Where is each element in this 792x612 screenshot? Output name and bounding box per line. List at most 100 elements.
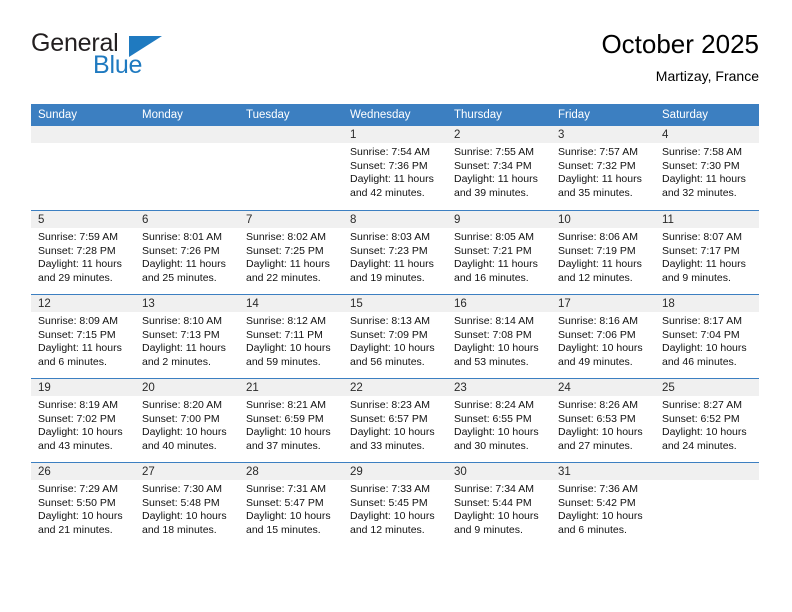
calendar-day-cell[interactable]: 14 Sunrise: 8:12 AM Sunset: 7:11 PM Dayligh… <box>239 294 343 378</box>
daylight-text-line2: and 22 minutes. <box>246 271 321 284</box>
calendar-day-cell[interactable]: 6 Sunrise: 8:01 AM Sunset: 7:26 PM Daylight… <box>135 210 239 294</box>
day-number: 13 <box>135 295 239 312</box>
sunrise-text: Sunrise: 8:19 AM <box>38 399 118 411</box>
daylight-text-line2: and 25 minutes. <box>142 271 217 284</box>
daylight-text-line2: and 9 minutes. <box>454 523 523 536</box>
calendar-day-cell[interactable]: 24 Sunrise: 8:26 AM Sunset: 6:53 PM Dayligh… <box>551 378 655 462</box>
daylight-text-line1: Daylight: 10 hours <box>350 342 435 355</box>
sunset-text: Sunset: 5:47 PM <box>246 496 324 509</box>
calendar-day-cell[interactable]: 2 Sunrise: 7:55 AM Sunset: 7:34 PM Daylight… <box>447 126 551 210</box>
calendar-day-cell[interactable]: 25 Sunrise: 8:27 AM Sunset: 6:52 PM Dayligh… <box>655 378 759 462</box>
sunrise-text: Sunrise: 7:55 AM <box>454 146 534 158</box>
calendar-day-cell[interactable]: 13 Sunrise: 8:10 AM Sunset: 7:13 PM Dayligh… <box>135 294 239 378</box>
day-number: 29 <box>343 463 447 480</box>
sunrise-text: Sunrise: 8:02 AM <box>246 231 326 243</box>
calendar-day-cell[interactable]: 21 Sunrise: 8:21 AM Sunset: 6:59 PM Dayligh… <box>239 378 343 462</box>
calendar-body: 1 Sunrise: 7:54 AM Sunset: 7:36 PM Daylight… <box>31 126 759 546</box>
daylight-text-line2: and 6 minutes. <box>558 523 627 536</box>
sunset-text: Sunset: 6:55 PM <box>454 412 532 425</box>
day-sun-info: Sunrise: 8:13 AM Sunset: 7:09 PM Daylight:… <box>343 312 447 369</box>
day-sun-info: Sunrise: 7:29 AM Sunset: 5:50 PM Daylight:… <box>31 480 135 537</box>
daylight-text-line2: and 15 minutes. <box>246 523 321 536</box>
calendar-day-cell[interactable]: 9 Sunrise: 8:05 AM Sunset: 7:21 PM Daylight… <box>447 210 551 294</box>
daylight-text-line1: Daylight: 11 hours <box>454 173 538 186</box>
calendar-day-cell[interactable]: 17 Sunrise: 8:16 AM Sunset: 7:06 PM Dayligh… <box>551 294 655 378</box>
calendar-day-cell[interactable]: 16 Sunrise: 8:14 AM Sunset: 7:08 PM Dayligh… <box>447 294 551 378</box>
calendar-day-cell[interactable]: 19 Sunrise: 8:19 AM Sunset: 7:02 PM Dayligh… <box>31 378 135 462</box>
daylight-text-line1: Daylight: 10 hours <box>246 342 331 355</box>
day-cell-inner: 22 Sunrise: 8:23 AM Sunset: 6:57 PM Dayligh… <box>343 378 447 462</box>
calendar-day-cell[interactable]: 11 Sunrise: 8:07 AM Sunset: 7:17 PM Dayligh… <box>655 210 759 294</box>
sunset-text: Sunset: 5:45 PM <box>350 496 428 509</box>
calendar-day-cell[interactable]: 18 Sunrise: 8:17 AM Sunset: 7:04 PM Dayligh… <box>655 294 759 378</box>
sunset-text: Sunset: 5:50 PM <box>38 496 116 509</box>
day-number: 4 <box>655 126 759 143</box>
daylight-text-line2: and 18 minutes. <box>142 523 217 536</box>
daylight-text-line2: and 12 minutes. <box>558 271 633 284</box>
calendar-day-cell[interactable]: 15 Sunrise: 8:13 AM Sunset: 7:09 PM Dayligh… <box>343 294 447 378</box>
daylight-text-line2: and 21 minutes. <box>38 523 113 536</box>
daylight-text-line2: and 9 minutes. <box>662 271 731 284</box>
day-number: 1 <box>343 126 447 143</box>
sunrise-text: Sunrise: 8:21 AM <box>246 399 326 411</box>
calendar-day-cell[interactable]: 23 Sunrise: 8:24 AM Sunset: 6:55 PM Dayligh… <box>447 378 551 462</box>
day-number: 6 <box>135 211 239 228</box>
calendar-day-cell[interactable]: 12 Sunrise: 8:09 AM Sunset: 7:15 PM Dayligh… <box>31 294 135 378</box>
calendar-day-cell[interactable]: 27 Sunrise: 7:30 AM Sunset: 5:48 PM Dayligh… <box>135 462 239 546</box>
day-cell-inner: 1 Sunrise: 7:54 AM Sunset: 7:36 PM Daylight… <box>343 126 447 210</box>
calendar-day-cell <box>239 126 343 210</box>
calendar-day-cell[interactable]: 31 Sunrise: 7:36 AM Sunset: 5:42 PM Dayligh… <box>551 462 655 546</box>
day-cell-inner: 23 Sunrise: 8:24 AM Sunset: 6:55 PM Dayligh… <box>447 378 551 462</box>
calendar-day-cell <box>655 462 759 546</box>
weekday-header-thursday: Thursday <box>447 104 551 126</box>
day-cell-inner: 18 Sunrise: 8:17 AM Sunset: 7:04 PM Dayligh… <box>655 294 759 378</box>
calendar-day-cell[interactable]: 29 Sunrise: 7:33 AM Sunset: 5:45 PM Dayligh… <box>343 462 447 546</box>
page-title: October 2025 <box>601 29 759 59</box>
daylight-text-line2: and 42 minutes. <box>350 186 425 199</box>
sunrise-text: Sunrise: 8:14 AM <box>454 315 534 327</box>
calendar-day-cell[interactable]: 20 Sunrise: 8:20 AM Sunset: 7:00 PM Dayligh… <box>135 378 239 462</box>
calendar-day-cell[interactable]: 4 Sunrise: 7:58 AM Sunset: 7:30 PM Daylight… <box>655 126 759 210</box>
day-sun-info: Sunrise: 8:20 AM Sunset: 7:00 PM Daylight:… <box>135 396 239 453</box>
day-sun-info: Sunrise: 8:06 AM Sunset: 7:19 PM Daylight:… <box>551 228 655 285</box>
sunrise-text: Sunrise: 7:54 AM <box>350 146 430 158</box>
day-number: 27 <box>135 463 239 480</box>
daylight-text-line2: and 6 minutes. <box>38 355 107 368</box>
day-number: 3 <box>551 126 655 143</box>
calendar-day-cell[interactable]: 7 Sunrise: 8:02 AM Sunset: 7:25 PM Daylight… <box>239 210 343 294</box>
calendar-day-cell[interactable]: 3 Sunrise: 7:57 AM Sunset: 7:32 PM Daylight… <box>551 126 655 210</box>
calendar-day-cell[interactable]: 26 Sunrise: 7:29 AM Sunset: 5:50 PM Dayligh… <box>31 462 135 546</box>
calendar-day-cell[interactable]: 1 Sunrise: 7:54 AM Sunset: 7:36 PM Daylight… <box>343 126 447 210</box>
calendar-day-cell[interactable]: 10 Sunrise: 8:06 AM Sunset: 7:19 PM Dayligh… <box>551 210 655 294</box>
day-cell-inner: 25 Sunrise: 8:27 AM Sunset: 6:52 PM Dayligh… <box>655 378 759 462</box>
day-number: 31 <box>551 463 655 480</box>
sunrise-sunset-calendar: Sunday Monday Tuesday Wednesday Thursday… <box>31 104 759 546</box>
calendar-day-cell[interactable]: 8 Sunrise: 8:03 AM Sunset: 7:23 PM Daylight… <box>343 210 447 294</box>
calendar-week-row: 5 Sunrise: 7:59 AM Sunset: 7:28 PM Daylight… <box>31 210 759 294</box>
general-blue-logo[interactable]: General Blue <box>31 30 261 92</box>
sunset-text: Sunset: 7:00 PM <box>142 412 220 425</box>
day-cell-inner: 21 Sunrise: 8:21 AM Sunset: 6:59 PM Dayligh… <box>239 378 343 462</box>
calendar-day-cell[interactable]: 30 Sunrise: 7:34 AM Sunset: 5:44 PM Dayligh… <box>447 462 551 546</box>
daylight-text-line1: Daylight: 10 hours <box>350 510 435 523</box>
daylight-text-line2: and 43 minutes. <box>38 439 113 452</box>
calendar-day-cell[interactable]: 22 Sunrise: 8:23 AM Sunset: 6:57 PM Dayligh… <box>343 378 447 462</box>
weekday-header-row: Sunday Monday Tuesday Wednesday Thursday… <box>31 104 759 126</box>
day-number <box>239 126 343 143</box>
day-number: 2 <box>447 126 551 143</box>
day-number: 28 <box>239 463 343 480</box>
sunrise-text: Sunrise: 7:29 AM <box>38 483 118 495</box>
daylight-text-line1: Daylight: 11 hours <box>38 258 122 271</box>
day-sun-info: Sunrise: 8:23 AM Sunset: 6:57 PM Daylight:… <box>343 396 447 453</box>
daylight-text-line1: Daylight: 11 hours <box>662 173 746 186</box>
day-sun-info: Sunrise: 8:12 AM Sunset: 7:11 PM Daylight:… <box>239 312 343 369</box>
day-number: 11 <box>655 211 759 228</box>
sunset-text: Sunset: 7:11 PM <box>246 328 323 341</box>
daylight-text-line1: Daylight: 10 hours <box>38 510 123 523</box>
calendar-day-cell[interactable]: 28 Sunrise: 7:31 AM Sunset: 5:47 PM Dayligh… <box>239 462 343 546</box>
sunset-text: Sunset: 5:48 PM <box>142 496 220 509</box>
calendar-day-cell[interactable]: 5 Sunrise: 7:59 AM Sunset: 7:28 PM Daylight… <box>31 210 135 294</box>
daylight-text-line2: and 24 minutes. <box>662 439 737 452</box>
page-header: General Blue October 2025 Martizay, Fran… <box>31 28 759 98</box>
sunset-text: Sunset: 7:15 PM <box>38 328 116 341</box>
